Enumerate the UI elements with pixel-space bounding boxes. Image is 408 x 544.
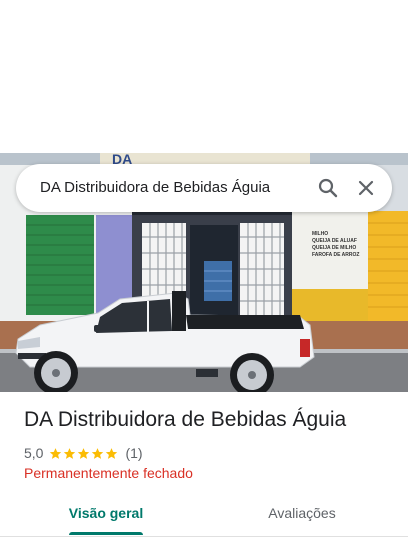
map-blank-area — [0, 0, 408, 153]
rating-value: 5,0 — [24, 445, 44, 461]
svg-text:QUEIJA DE ALUAF: QUEIJA DE ALUAF — [312, 238, 357, 244]
search-bar[interactable]: DA Distribuidora de Bebidas Águia — [16, 164, 392, 212]
svg-text:QUEIJA DE MILHO: QUEIJA DE MILHO — [312, 245, 356, 251]
review-count[interactable]: (1) — [125, 445, 142, 461]
tab-reviews[interactable]: Avaliações — [246, 494, 358, 536]
svg-text:MILHO: MILHO — [312, 231, 328, 237]
star-icon — [78, 447, 90, 459]
rating-row[interactable]: 5,0 (1) — [24, 444, 143, 462]
closed-status: Permanentemente fechado — [24, 465, 193, 481]
star-icon — [106, 447, 118, 459]
tab-overview[interactable]: Visão geral — [48, 494, 164, 536]
star-rating — [49, 447, 119, 460]
search-icon[interactable] — [316, 176, 340, 200]
svg-text:FAROFA DE ARROZ: FAROFA DE ARROZ — [312, 252, 359, 258]
place-title: DA Distribuidora de Bebidas Águia — [24, 408, 347, 431]
close-icon[interactable] — [354, 176, 378, 200]
place-tabs: Visão geral Avaliações — [0, 494, 408, 536]
star-icon — [50, 447, 62, 459]
search-query-text[interactable]: DA Distribuidora de Bebidas Águia — [40, 164, 270, 212]
star-icon — [64, 447, 76, 459]
tabs-divider — [0, 536, 408, 537]
active-tab-indicator — [69, 532, 143, 535]
star-icon — [92, 447, 104, 459]
